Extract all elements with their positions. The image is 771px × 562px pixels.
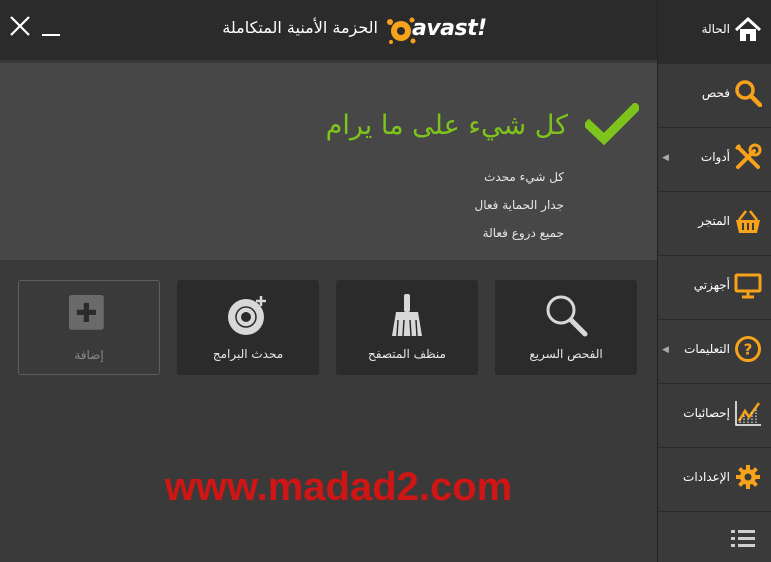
add-tile[interactable]: إضافة xyxy=(18,280,160,375)
sidebar-item-store[interactable]: المتجر xyxy=(658,192,771,256)
tile-label: الفحص السريع xyxy=(529,347,603,361)
monitor-icon xyxy=(734,273,762,299)
disc-icon xyxy=(228,296,266,335)
basket-icon xyxy=(736,210,760,233)
watermark: www.madad2.com xyxy=(164,465,513,509)
gear-icon xyxy=(736,465,760,489)
sidebar-item-tools[interactable]: ◀ أدوات xyxy=(658,128,771,192)
avast-logo: avast! xyxy=(386,12,487,48)
sidebar-item-label: أدوات xyxy=(700,150,730,164)
sidebar-item-label: الحالة xyxy=(701,22,730,36)
status-line-shields: جميع دروع فعالة xyxy=(482,226,564,240)
tile-label: منظف المتصفح xyxy=(368,347,446,361)
sidebar-item-label: المتجر xyxy=(698,214,730,228)
plus-icon xyxy=(69,295,104,330)
sidebar-item-status[interactable]: الحالة xyxy=(658,0,771,64)
tools-icon xyxy=(734,143,762,169)
tile-label: إضافة xyxy=(74,348,104,362)
list-menu-icon[interactable] xyxy=(731,528,755,550)
sidebar-item-settings[interactable]: الإعدادات xyxy=(658,448,771,512)
app-title: الحزمة الأمنية المتكاملة xyxy=(222,18,378,37)
sidebar-item-label: أجهزتي xyxy=(693,278,730,292)
chevron-left-icon: ◀ xyxy=(662,345,669,355)
svg-text:?: ? xyxy=(744,341,753,359)
sidebar-item-label: الإعدادات xyxy=(683,470,730,484)
title-bar: الحزمة الأمنية المتكاملة avast! xyxy=(0,0,657,60)
browser-cleanup-tile[interactable]: منظف المتصفح xyxy=(336,280,478,375)
software-updater-tile[interactable]: محدث البرامج xyxy=(177,280,319,375)
sidebar-item-help[interactable]: ◀ التعليمات ? xyxy=(658,320,771,384)
help-icon: ? xyxy=(735,336,761,362)
sidebar-item-label: التعليمات xyxy=(684,342,730,356)
quick-scan-tile[interactable]: الفحص السريع xyxy=(495,280,637,375)
sidebar: الحالة فحص ◀ أدوات المتجر أجهزتي ◀ التعل… xyxy=(657,0,771,562)
stats-icon xyxy=(735,401,761,426)
sidebar-item-scan[interactable]: فحص xyxy=(658,64,771,128)
brand-name: avast! xyxy=(412,16,487,41)
sidebar-item-my-devices[interactable]: أجهزتي xyxy=(658,256,771,320)
minimize-button[interactable] xyxy=(42,22,60,36)
sidebar-item-label: إحصائيات xyxy=(683,406,730,420)
broom-icon xyxy=(392,294,422,337)
status-heading: كل شيء على ما يرام xyxy=(325,110,568,141)
chevron-left-icon: ◀ xyxy=(662,153,669,163)
close-button[interactable] xyxy=(9,15,31,37)
home-icon xyxy=(734,16,762,41)
search-icon xyxy=(735,80,762,107)
checkmark-icon xyxy=(585,103,639,145)
sidebar-item-statistics[interactable]: إحصائيات xyxy=(658,384,771,448)
status-line-firewall: جدار الحماية فعال xyxy=(474,198,564,212)
magnifier-icon xyxy=(546,295,588,337)
status-line-updated: كل شيء محدث xyxy=(484,170,564,184)
tile-label: محدث البرامج xyxy=(212,347,284,361)
sidebar-item-label: فحص xyxy=(701,86,730,100)
